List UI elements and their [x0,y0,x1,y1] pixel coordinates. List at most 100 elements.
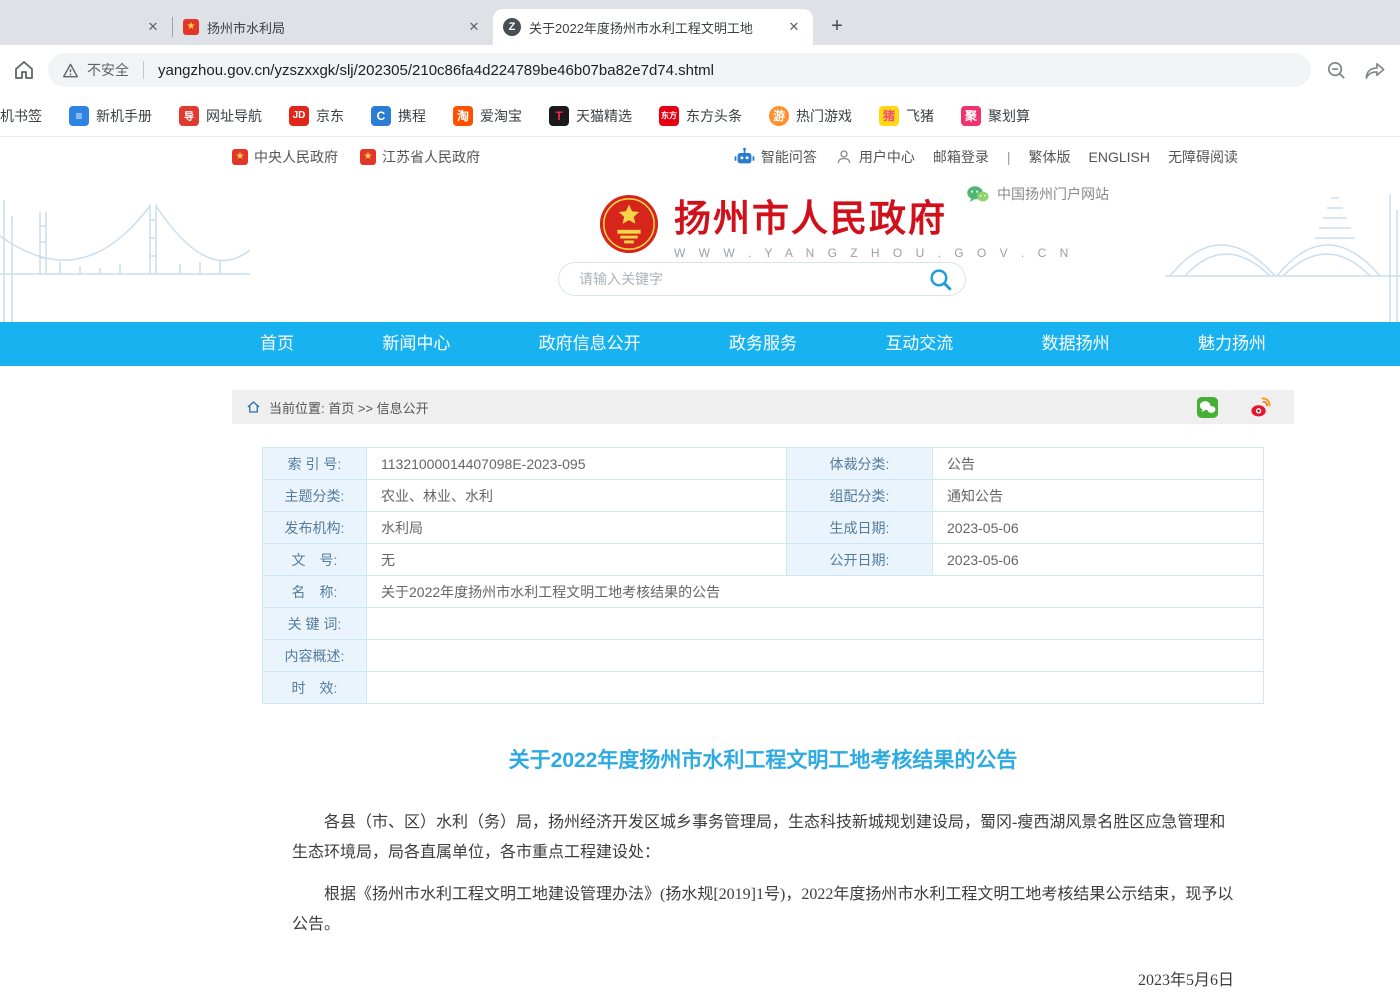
wechat-bubbles-icon [966,185,989,204]
not-secure-warning-icon [62,63,79,78]
meta-label: 索 引 号: [263,448,367,480]
link-label: 繁体版 [1029,147,1071,167]
close-tab-icon[interactable]: ✕ [785,18,803,36]
meta-label: 公开日期: [787,544,933,576]
meta-row: 名 称: 关于2022年度扬州市水利工程文明工地考核结果的公告 [263,576,1264,608]
meta-value: 通知公告 [933,480,1264,512]
meta-label: 名 称: [263,576,367,608]
english-link[interactable]: ENGLISH [1089,149,1150,165]
bookmark-games[interactable]: 游 热门游戏 [769,106,852,126]
meta-value: 关于2022年度扬州市水利工程文明工地考核结果的公告 [367,576,1264,608]
omnibox-divider [143,61,144,79]
bookmark-tmall[interactable]: T 天猫精选 [549,106,632,126]
url-text[interactable]: yangzhou.gov.cn/yzszxxgk/slj/202305/210c… [158,62,714,79]
bookmark-manual[interactable]: ≡ 新机手册 [69,106,152,126]
article-title: 关于2022年度扬州市水利工程文明工地考核结果的公告 [232,744,1294,774]
link-label: 无障碍阅读 [1168,147,1238,167]
bookmark-label: 机书签 [0,106,42,126]
meta-value: 11321000014407098E-2023-095 [367,448,787,480]
meta-value: 水利局 [367,512,787,544]
meta-label: 体裁分类: [787,448,933,480]
gov-emblem-icon: ★ [360,149,376,165]
user-center-link[interactable]: 用户中心 [835,147,915,167]
address-bar[interactable]: 不安全 yangzhou.gov.cn/yzszxxgk/slj/202305/… [48,53,1311,87]
smart-qa-link[interactable]: 智能问答 [734,147,817,167]
gov-emblem-icon: ★ [232,149,248,165]
url-nav-icon: 导 [179,106,199,126]
meta-value: 2023-05-06 [933,544,1264,576]
fliggy-icon: 猪 [879,106,899,126]
bookmark-label: 东方头条 [686,106,742,126]
separator: | [1007,149,1011,165]
meta-row: 时 效: [263,672,1264,704]
breadcrumb: 当前位置: 首页 >> 信息公开 [232,390,1294,424]
traditional-link[interactable]: 繁体版 [1029,147,1071,167]
meta-row: 文 号: 无 公开日期: 2023-05-06 [263,544,1264,576]
bookmark-juhuasuan[interactable]: 聚 聚划算 [961,106,1030,126]
manual-icon: ≡ [69,106,89,126]
article-paragraph: 根据《扬州市水利工程文明工地建设管理办法》(扬水规[2019]1号)，2022年… [292,880,1234,940]
wechat-share-icon[interactable] [1196,396,1219,419]
weibo-share-icon[interactable] [1249,396,1272,419]
bookmark-jd[interactable]: JD 京东 [289,106,344,126]
link-central-gov[interactable]: ★ 中央人民政府 [232,147,338,167]
link-jiangsu-gov[interactable]: ★ 江苏省人民政府 [360,147,480,167]
meta-value [367,672,1264,704]
tab-partial[interactable]: ✕ [0,9,172,45]
mail-login-link[interactable]: 邮箱登录 [933,147,989,167]
meta-row: 关 键 词: [263,608,1264,640]
tab-title: 扬州市水利局 [207,18,457,37]
nav-item-data[interactable]: 数据扬州 [1042,322,1110,366]
meta-value: 无 [367,544,787,576]
bookmark-label: 携程 [398,106,426,126]
meta-value: 2023-05-06 [933,512,1264,544]
new-tab-button[interactable]: + [823,13,851,41]
zoom-out-icon[interactable] [1325,59,1348,82]
juhuasuan-icon: 聚 [961,106,981,126]
accessibility-link[interactable]: 无障碍阅读 [1168,147,1238,167]
gov-topbar: ★ 中央人民政府 ★ 江苏省人民政府 智能问答 用户中心 邮箱登录 [0,137,1400,176]
bookmark-label: 聚划算 [988,106,1030,126]
close-tab-icon[interactable]: ✕ [144,18,162,36]
bookmark-url-nav[interactable]: 导 网址导航 [179,106,262,126]
nav-item-info-disclosure[interactable]: 政府信息公开 [539,322,641,366]
nav-item-charm[interactable]: 魅力扬州 [1198,322,1266,366]
meta-label: 组配分类: [787,480,933,512]
meta-row: 主题分类: 农业、林业、水利 组配分类: 通知公告 [263,480,1264,512]
tab-current-article[interactable]: Z 关于2022年度扬州市水利工程文明工地 ✕ [493,9,813,45]
nav-item-services[interactable]: 政务服务 [729,322,797,366]
page-content: 当前位置: 首页 >> 信息公开 索 引 号: 1132100001440709… [0,366,1400,997]
bookmark-taobao[interactable]: 淘 爱淘宝 [453,106,522,126]
meta-label: 文 号: [263,544,367,576]
gov-emblem-favicon: ★ [183,19,199,35]
link-label: 智能问答 [761,147,817,167]
bookmark-label: 爱淘宝 [480,106,522,126]
share-icon[interactable] [1362,59,1388,82]
close-tab-icon[interactable]: ✕ [465,18,483,36]
bookmark-ctrip[interactable]: C 携程 [371,106,426,126]
bridge-sketch-right [1165,176,1400,322]
site-favicon: Z [503,18,521,36]
breadcrumb-text[interactable]: 当前位置: 首页 >> 信息公开 [269,398,429,417]
bookmark-mobile[interactable]: 机书签 [0,106,42,126]
bookmark-label: 新机手册 [96,106,152,126]
bookmark-fliggy[interactable]: 猪 飞猪 [879,106,934,126]
nav-item-news[interactable]: 新闻中心 [382,322,450,366]
meta-label: 发布机构: [263,512,367,544]
search-input[interactable] [579,271,928,287]
article-paragraph: 各县（市、区）水利（务）局，扬州经济开发区城乡事务管理局，生态科技新城规划建设局… [292,808,1234,868]
tmall-icon: T [549,106,569,126]
bookmark-toutiao[interactable]: 东方 东方头条 [659,106,742,126]
bridge-sketch-left [0,176,250,322]
nav-item-interaction[interactable]: 互动交流 [885,322,953,366]
tab-water-bureau[interactable]: ★ 扬州市水利局 ✕ [173,9,493,45]
link-label: 江苏省人民政府 [382,147,480,167]
meta-label: 生成日期: [787,512,933,544]
portal-label: 中国扬州门户网站 [997,184,1109,204]
ctrip-icon: C [371,106,391,126]
portal-link[interactable]: 中国扬州门户网站 [966,184,1109,204]
browser-home-icon[interactable] [12,58,36,82]
search-icon[interactable] [928,267,953,292]
nav-item-home[interactable]: 首页 [260,322,294,366]
taobao-icon: 淘 [453,106,473,126]
